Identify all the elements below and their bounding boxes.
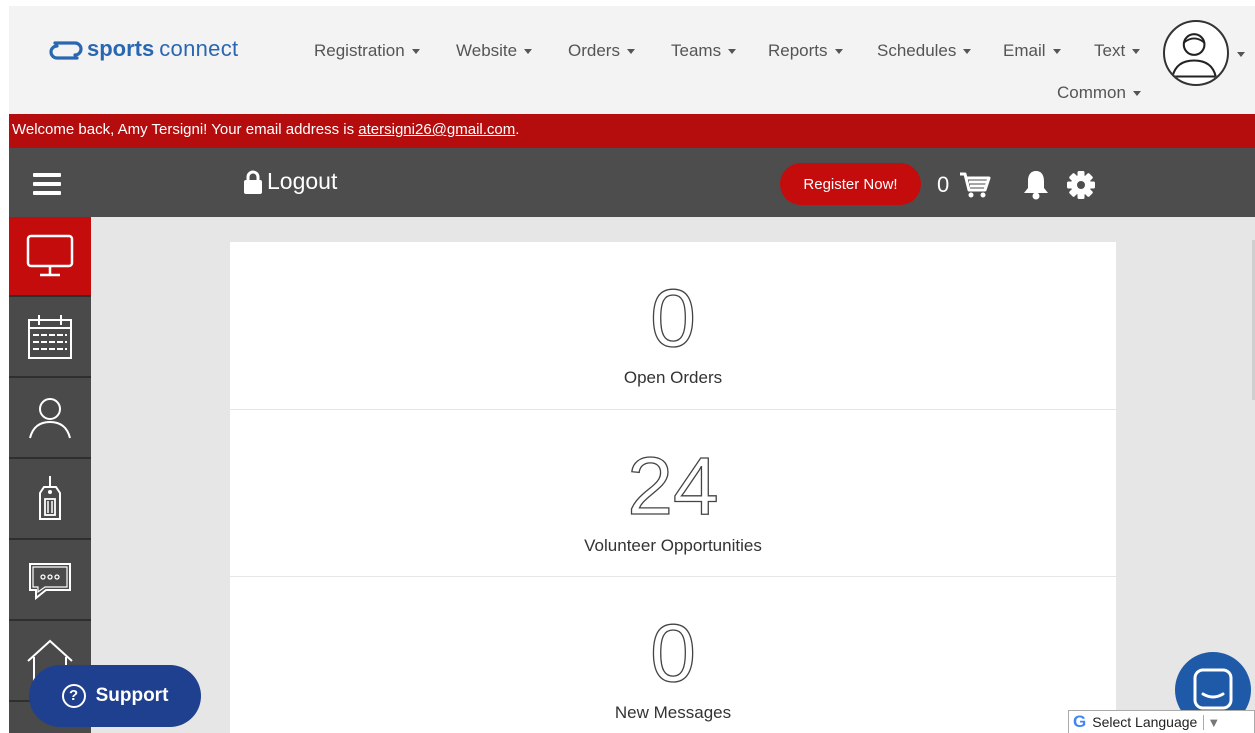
nav-registration[interactable]: Registration [314, 41, 420, 61]
nav-reports[interactable]: Reports [768, 41, 843, 61]
logo-text-bold: sports [87, 36, 155, 61]
caret-down-icon [626, 48, 635, 54]
open-orders-card[interactable]: 0 Open Orders [230, 242, 1116, 409]
sidebar-item-calendar[interactable] [9, 298, 91, 378]
logo-mark-icon [49, 41, 83, 60]
welcome-banner: Welcome back, Amy Tersigni! Your email a… [9, 114, 1255, 148]
caret-down-icon [963, 48, 972, 54]
logout-button[interactable]: Logout [242, 168, 337, 195]
hamburger-menu-icon[interactable] [33, 173, 61, 195]
nav-email[interactable]: Email [1003, 41, 1061, 61]
nav-teams[interactable]: Teams [671, 41, 737, 61]
volunteer-opportunities-count: 24 [627, 441, 720, 532]
nav-label: Reports [768, 41, 828, 60]
caret-down-icon [1052, 48, 1061, 54]
user-icon [29, 398, 71, 439]
support-button[interactable]: ? Support [29, 665, 201, 727]
user-avatar[interactable] [1163, 20, 1229, 86]
support-label: Support [95, 685, 169, 706]
tag-icon [39, 476, 61, 520]
question-circle-icon: ? [61, 684, 86, 708]
register-now-button[interactable]: Register Now! [780, 163, 921, 205]
caret-down-icon [1132, 90, 1141, 96]
open-orders-label: Open Orders [623, 368, 723, 387]
open-orders-count: 0 [650, 273, 697, 364]
nav-label: Schedules [877, 41, 957, 60]
avatar-caret-down-icon[interactable] [1237, 52, 1245, 57]
nav-website[interactable]: Website [456, 41, 533, 61]
caret-down-icon [728, 48, 737, 54]
gear-icon[interactable] [1066, 170, 1096, 200]
bell-icon[interactable] [1021, 168, 1051, 200]
welcome-text: Welcome back, Amy Tersigni! Your email a… [12, 121, 359, 138]
volunteer-opportunities-card[interactable]: 24 Volunteer Opportunities [230, 410, 1116, 576]
shopping-cart-icon[interactable] [959, 171, 991, 199]
new-messages-label: New Messages [614, 703, 732, 722]
caret-down-icon [411, 48, 420, 54]
sidebar-item-dashboard[interactable] [9, 217, 91, 297]
nav-label: Website [456, 41, 518, 60]
new-messages-card[interactable]: 0 New Messages [230, 577, 1116, 733]
nav-label: Text [1094, 41, 1126, 60]
sidebar-item-messages[interactable] [9, 541, 91, 621]
cart-count: 0 [937, 172, 950, 197]
left-sidebar [9, 217, 91, 733]
logout-label: Logout [267, 168, 338, 194]
nav-label: Email [1003, 41, 1046, 60]
app-page: sports connect Registration Website Orde… [9, 6, 1255, 733]
calendar-icon [28, 315, 72, 359]
chat-bubble-icon [29, 563, 71, 601]
nav-text[interactable]: Text [1094, 41, 1141, 61]
language-select[interactable]: G Select Language ▼ [1068, 710, 1255, 733]
language-select-label: Select Language [1092, 714, 1198, 730]
nav-label: Common [1057, 83, 1126, 102]
welcome-suffix: . [515, 121, 520, 138]
lock-icon [244, 170, 262, 194]
main-toolbar: Logout Register Now! 0 [9, 148, 1255, 217]
caret-down-icon [1132, 48, 1141, 54]
sports-connect-logo[interactable]: sports connect [49, 34, 238, 64]
new-messages-count: 0 [650, 608, 697, 699]
caret-down-icon [524, 48, 533, 54]
volunteer-opportunities-label: Volunteer Opportunities [584, 536, 762, 555]
nav-common[interactable]: Common [1057, 83, 1141, 103]
nav-label: Registration [314, 41, 405, 60]
sidebar-item-profile[interactable] [9, 379, 91, 459]
email-link[interactable]: atersigni26@gmail.com [358, 121, 515, 138]
nav-label: Teams [671, 41, 722, 60]
google-g-icon: G [1073, 712, 1087, 731]
dropdown-arrow-icon: ▼ [1203, 714, 1220, 730]
avatar-person-icon [1171, 33, 1217, 78]
nav-schedules[interactable]: Schedules [877, 41, 972, 61]
nav-label: Orders [568, 41, 620, 60]
caret-down-icon [834, 48, 843, 54]
logo-text-light: connect [159, 36, 239, 61]
sidebar-item-tags[interactable] [9, 460, 91, 540]
top-nav: sports connect Registration Website Orde… [9, 6, 1255, 114]
monitor-icon [26, 234, 74, 277]
nav-orders[interactable]: Orders [568, 41, 635, 61]
